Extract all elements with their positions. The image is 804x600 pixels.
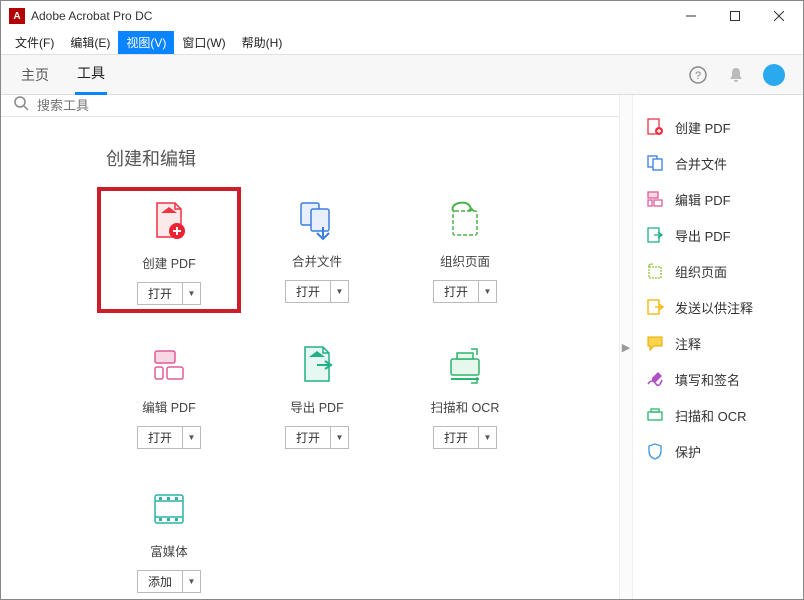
create-pdf-icon (645, 117, 665, 137)
dropdown-button[interactable]: ▼ (183, 570, 201, 593)
comment-icon (645, 333, 665, 353)
edit-pdf-icon (645, 189, 665, 209)
dropdown-button[interactable]: ▼ (183, 426, 201, 449)
organize-icon (441, 195, 489, 243)
open-button[interactable]: 打开 (433, 426, 479, 449)
create-pdf-icon (145, 197, 193, 245)
open-button[interactable]: 打开 (137, 426, 183, 449)
menu-file[interactable]: 文件(F) (7, 31, 62, 54)
tool-organize[interactable]: 组织页面 打开 ▼ (395, 189, 535, 311)
sidebar-label: 发送以供注释 (675, 298, 753, 317)
close-button[interactable] (757, 1, 801, 31)
sidebar-label: 组织页面 (675, 262, 727, 281)
export-pdf-icon (645, 225, 665, 245)
dropdown-button[interactable]: ▼ (331, 280, 349, 303)
sidebar-item-protect[interactable]: 保护 (639, 433, 797, 469)
search-bar (1, 95, 619, 117)
tool-label: 创建 PDF (142, 253, 195, 272)
sidebar-item-edit[interactable]: 编辑 PDF (639, 181, 797, 217)
menubar: 文件(F) 编辑(E) 视图(V) 窗口(W) 帮助(H) (1, 31, 803, 55)
app-title: Adobe Acrobat Pro DC (31, 9, 152, 23)
richmedia-icon (145, 485, 193, 533)
protect-icon (645, 441, 665, 461)
scan-ocr-icon (645, 405, 665, 425)
tool-label: 富媒体 (150, 541, 188, 560)
sidebar-label: 注释 (675, 334, 701, 353)
tool-label: 编辑 PDF (142, 397, 195, 416)
add-button[interactable]: 添加 (137, 570, 183, 593)
sidebar-label: 填写和签名 (675, 370, 740, 389)
titlebar: A Adobe Acrobat Pro DC (1, 1, 803, 31)
app-icon: A (9, 8, 25, 24)
menu-window[interactable]: 窗口(W) (174, 31, 233, 54)
search-icon (13, 95, 29, 116)
section-title: 创建和编辑 (106, 145, 619, 171)
svg-text:?: ? (695, 70, 701, 82)
sidebar-label: 保护 (675, 442, 701, 461)
tool-scan[interactable]: 扫描和 OCR 打开 ▼ (395, 335, 535, 455)
sidebar-label: 导出 PDF (675, 226, 731, 245)
open-button[interactable]: 打开 (137, 282, 183, 305)
combine-icon (645, 153, 665, 173)
avatar[interactable] (763, 64, 785, 86)
sidebar-item-export[interactable]: 导出 PDF (639, 217, 797, 253)
sidebar-label: 合并文件 (675, 154, 727, 173)
sidebar-item-organize[interactable]: 组织页面 (639, 253, 797, 289)
organize-icon (645, 261, 665, 281)
tool-label: 合并文件 (292, 251, 342, 270)
toolbar: 主页 工具 ? (1, 55, 803, 95)
fill-sign-icon (645, 369, 665, 389)
search-input[interactable] (37, 98, 607, 113)
maximize-button[interactable] (713, 1, 757, 31)
sidebar-label: 编辑 PDF (675, 190, 731, 209)
bell-icon[interactable] (725, 64, 747, 86)
export-pdf-icon (293, 341, 341, 389)
sidebar-item-combine[interactable]: 合并文件 (639, 145, 797, 181)
menu-view[interactable]: 视图(V) (118, 31, 174, 54)
minimize-button[interactable] (669, 1, 713, 31)
sidebar-item-fill[interactable]: 填写和签名 (639, 361, 797, 397)
combine-icon (293, 195, 341, 243)
tool-create-pdf[interactable]: 创建 PDF 打开 ▼ (99, 189, 239, 311)
sidebar: 创建 PDF 合并文件 编辑 PDF 导出 PDF 组织页面 发送以供注释 注释 (633, 95, 803, 599)
sidebar-label: 创建 PDF (675, 118, 731, 137)
sidebar-label: 扫描和 OCR (675, 406, 747, 425)
collapse-handle[interactable]: ▶ (619, 95, 633, 599)
tool-edit[interactable]: 编辑 PDF 打开 ▼ (99, 335, 239, 455)
sidebar-item-scan[interactable]: 扫描和 OCR (639, 397, 797, 433)
dropdown-button[interactable]: ▼ (331, 426, 349, 449)
main-panel: 创建和编辑 创建 PDF 打开 ▼ 合并文件 打开 ▼ (1, 95, 619, 599)
dropdown-button[interactable]: ▼ (479, 426, 497, 449)
tool-label: 扫描和 OCR (431, 397, 500, 416)
sidebar-item-create[interactable]: 创建 PDF (639, 109, 797, 145)
tool-combine[interactable]: 合并文件 打开 ▼ (247, 189, 387, 311)
menu-edit[interactable]: 编辑(E) (62, 31, 118, 54)
tool-label: 组织页面 (440, 251, 490, 270)
sidebar-item-comment[interactable]: 注释 (639, 325, 797, 361)
menu-help[interactable]: 帮助(H) (234, 31, 291, 54)
tool-export[interactable]: 导出 PDF 打开 ▼ (247, 335, 387, 455)
scan-ocr-icon (441, 341, 489, 389)
tab-home[interactable]: 主页 (19, 55, 51, 95)
tab-tools[interactable]: 工具 (75, 55, 107, 95)
tools-grid: 创建 PDF 打开 ▼ 合并文件 打开 ▼ (99, 189, 619, 599)
open-button[interactable]: 打开 (285, 426, 331, 449)
edit-pdf-icon (145, 341, 193, 389)
send-comment-icon (645, 297, 665, 317)
dropdown-button[interactable]: ▼ (183, 282, 201, 305)
dropdown-button[interactable]: ▼ (479, 280, 497, 303)
sidebar-item-send[interactable]: 发送以供注释 (639, 289, 797, 325)
open-button[interactable]: 打开 (285, 280, 331, 303)
tool-label: 导出 PDF (290, 397, 343, 416)
help-icon[interactable]: ? (687, 64, 709, 86)
open-button[interactable]: 打开 (433, 280, 479, 303)
tool-richmedia[interactable]: 富媒体 添加 ▼ (99, 479, 239, 599)
